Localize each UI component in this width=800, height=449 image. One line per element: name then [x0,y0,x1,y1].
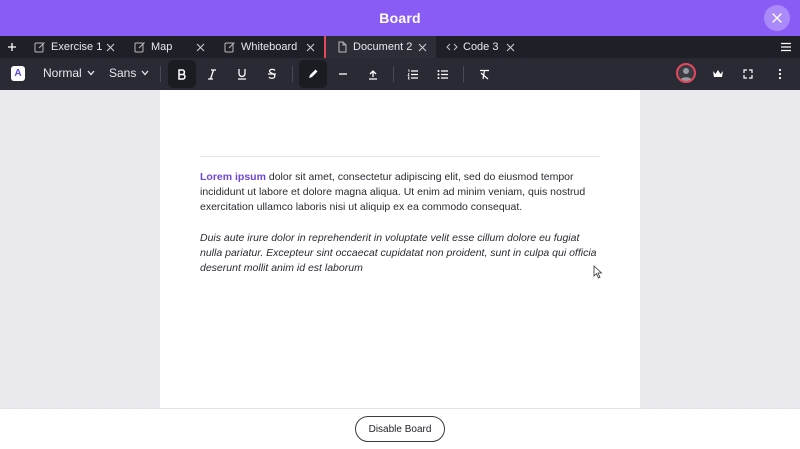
tab-code-3[interactable]: Code 3 [436,36,524,58]
edit-icon [224,41,236,53]
tab-document-2[interactable]: Document 2 [324,36,436,58]
highlighted-text: Lorem ipsum [200,171,266,183]
close-icon [506,43,514,51]
italic-button[interactable] [198,60,226,88]
document-icon [336,41,348,53]
tab-label: Exercise 1 [51,41,103,53]
bullet-list-button[interactable] [429,60,457,88]
tab-label: Whiteboard [241,41,298,53]
italic-icon [208,68,216,80]
plus-icon [8,43,16,51]
tab-close-button[interactable] [304,41,316,53]
edit-icon [34,41,46,53]
paragraph-style-dropdown[interactable]: Normal [43,66,95,80]
tab-close-button[interactable] [194,41,206,53]
highlighter-button[interactable] [299,60,327,88]
chevron-down-icon [87,70,95,76]
premium-button[interactable] [704,60,732,88]
close-icon [418,43,426,51]
window-title: Board [379,10,421,26]
more-options-button[interactable] [766,60,794,88]
bottom-bar: Disable Board [0,408,800,449]
document-paragraph-2[interactable]: Duis aute irure dolor in reprehenderit i… [200,231,600,276]
disable-board-button[interactable]: Disable Board [355,416,445,442]
fullscreen-button[interactable] [734,60,762,88]
upload-button[interactable] [359,60,387,88]
strikethrough-button[interactable] [258,60,286,88]
toolbar-divider [292,66,293,82]
code-icon [446,41,458,53]
minus-icon [339,73,347,75]
tabs-menu-button[interactable] [778,39,794,55]
clear-format-button[interactable] [470,60,498,88]
kebab-menu-icon [778,68,782,80]
paragraph-style-value: Normal [43,66,82,80]
tab-whiteboard[interactable]: Whiteboard [214,36,324,58]
user-avatar[interactable] [676,63,696,83]
chevron-down-icon [141,70,149,76]
numbered-list-button[interactable] [399,60,427,88]
toolbar-divider [393,66,394,82]
title-bar: Board [0,0,800,36]
horizontal-rule-button[interactable] [329,60,357,88]
document-paragraph-1[interactable]: Lorem ipsum dolor sit amet, consectetur … [200,170,600,215]
add-tab-button[interactable] [0,36,24,58]
close-icon [106,43,114,51]
close-icon [772,13,782,23]
underline-icon [238,69,246,80]
strikethrough-icon [268,68,276,79]
tab-exercise-1[interactable]: Exercise 1 [24,36,124,58]
numbered-list-icon [407,69,418,79]
document-page[interactable]: Lorem ipsum dolor sit amet, consectetur … [160,90,640,408]
upload-icon [369,69,377,80]
app-logo: A [11,66,25,81]
editor-toolbar: A Normal Sans [0,58,800,90]
tab-close-button[interactable] [104,41,116,53]
tab-close-button[interactable] [504,41,516,53]
pen-icon [309,69,318,78]
edit-icon [134,41,146,53]
font-family-value: Sans [109,66,137,80]
close-icon [196,43,204,51]
clear-format-icon [479,69,489,79]
bold-icon [178,68,186,80]
fullscreen-icon [743,69,753,79]
bold-button[interactable] [168,60,196,88]
tab-label: Document 2 [353,41,413,53]
close-icon [306,43,314,51]
document-divider [200,156,600,157]
font-family-dropdown[interactable]: Sans [109,66,149,80]
tab-map[interactable]: Map [124,36,214,58]
tab-close-button[interactable] [416,41,428,53]
mouse-cursor-icon [593,265,603,279]
crown-icon [713,70,723,77]
bullet-list-icon [437,69,448,79]
tab-label: Map [151,41,173,53]
close-board-button[interactable] [764,5,790,31]
tab-label: Code 3 [463,41,499,53]
toolbar-divider [463,66,464,82]
tab-bar: Exercise 1 Map Whiteboard Document 2 Cod… [0,36,800,58]
hamburger-icon [781,42,791,52]
underline-button[interactable] [228,60,256,88]
user-photo-icon [680,68,692,81]
toolbar-divider [160,66,161,82]
